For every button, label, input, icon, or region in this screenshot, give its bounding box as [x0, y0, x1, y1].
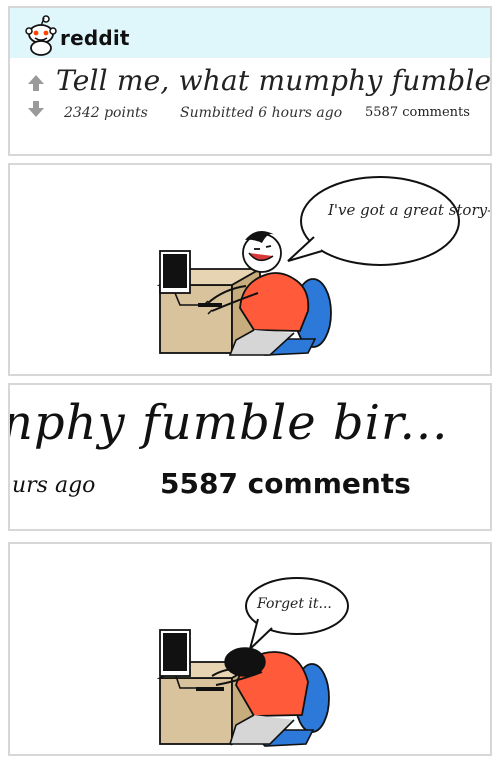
- comic-panel-defeated-user: Forget it...: [8, 542, 492, 756]
- reddit-header: reddit: [10, 8, 490, 58]
- comic-panel-excited-user: I've got a great story—: [8, 163, 492, 376]
- post-points: 2342 points: [64, 105, 148, 121]
- defeated-computer-user-illustration: [156, 577, 349, 747]
- desk-illustration: [159, 284, 233, 354]
- reddit-brand[interactable]: reddit: [60, 26, 130, 50]
- upvote-arrow-icon[interactable]: [26, 74, 46, 92]
- post-title-link[interactable]: Tell me, what mumphy fumble bir...: [56, 64, 490, 97]
- post-comments-link[interactable]: 5587 comments: [365, 105, 470, 120]
- speech-text: Forget it...: [257, 596, 332, 612]
- excited-computer-user-illustration: [156, 176, 460, 356]
- comic-panel-zoomed-post-text: nphy fumble bir... urs ago 5587 comments: [8, 383, 492, 531]
- zoomed-submitted-time: urs ago: [12, 473, 96, 498]
- comic-page: reddit Tell me, what mumphy fumble bir..…: [0, 0, 500, 765]
- zoomed-comments-count: 5587 comments: [160, 467, 411, 500]
- reddit-alien-icon: [25, 15, 57, 56]
- speech-bubble: [300, 176, 460, 266]
- zoomed-post-title: nphy fumble bir...: [8, 395, 449, 451]
- user-head-down: [224, 647, 266, 677]
- comic-panel-reddit-post: reddit Tell me, what mumphy fumble bir..…: [8, 6, 492, 156]
- speech-text: I've got a great story—: [328, 201, 492, 219]
- post-submitted-time: Sumbitted 6 hours ago: [180, 105, 343, 121]
- downvote-arrow-icon[interactable]: [26, 100, 46, 118]
